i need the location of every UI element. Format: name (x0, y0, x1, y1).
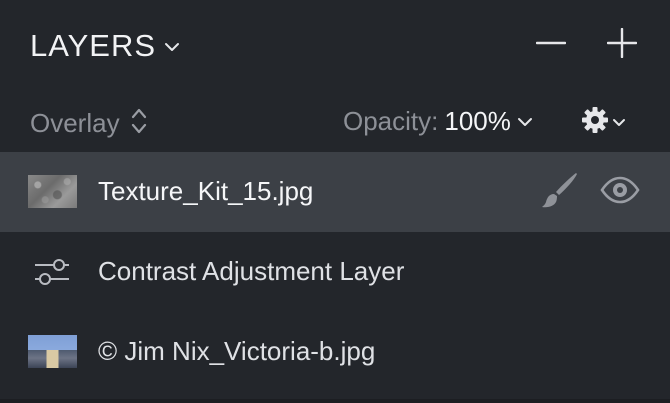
opacity-value: 100% (444, 106, 511, 136)
visibility-toggle[interactable] (598, 172, 642, 212)
chevron-down-icon (517, 114, 533, 132)
sliders-icon (33, 256, 71, 288)
panel-title: LAYERS (30, 28, 157, 63)
layer-name: Texture_Kit_15.jpg (98, 176, 314, 206)
panel-divider (0, 399, 670, 403)
opacity-control[interactable]: Opacity: 100% (343, 106, 533, 137)
blend-mode-selector[interactable]: Overlay (30, 106, 148, 141)
gear-icon (580, 105, 610, 140)
chevron-down-icon (164, 39, 180, 57)
paint-mask-button[interactable] (538, 172, 582, 212)
layer-controls-row: Overlay Opacity: 100% (0, 92, 670, 152)
layer-row[interactable]: © Jim Nix_Victoria-b.jpg (0, 312, 670, 392)
layers-title-dropdown[interactable]: LAYERS (30, 28, 180, 64)
layer-row[interactable]: Contrast Adjustment Layer (0, 232, 670, 312)
brush-icon (540, 170, 580, 215)
layer-thumbnail (28, 175, 77, 208)
add-layer-button[interactable] (605, 27, 639, 63)
blend-mode-value: Overlay (30, 108, 120, 138)
opacity-label: Opacity: (343, 106, 439, 136)
layer-name: Contrast Adjustment Layer (98, 256, 405, 286)
layers-panel: LAYERS Overlay Opacity: 100% Texture_Kit… (0, 0, 670, 403)
minus-icon (535, 28, 567, 63)
eye-icon (600, 176, 640, 209)
remove-layer-button[interactable] (534, 28, 568, 62)
layer-settings-button[interactable] (580, 105, 626, 140)
panel-header: LAYERS (0, 0, 670, 92)
layer-row[interactable]: Texture_Kit_15.jpg (0, 152, 670, 232)
layers-list: Texture_Kit_15.jpg Contrast Adjustment L… (0, 152, 670, 392)
layer-thumbnail (28, 335, 77, 368)
up-down-chevron-icon (130, 106, 148, 141)
layer-name: © Jim Nix_Victoria-b.jpg (98, 336, 376, 366)
plus-icon (606, 27, 638, 63)
chevron-down-icon (612, 115, 626, 133)
